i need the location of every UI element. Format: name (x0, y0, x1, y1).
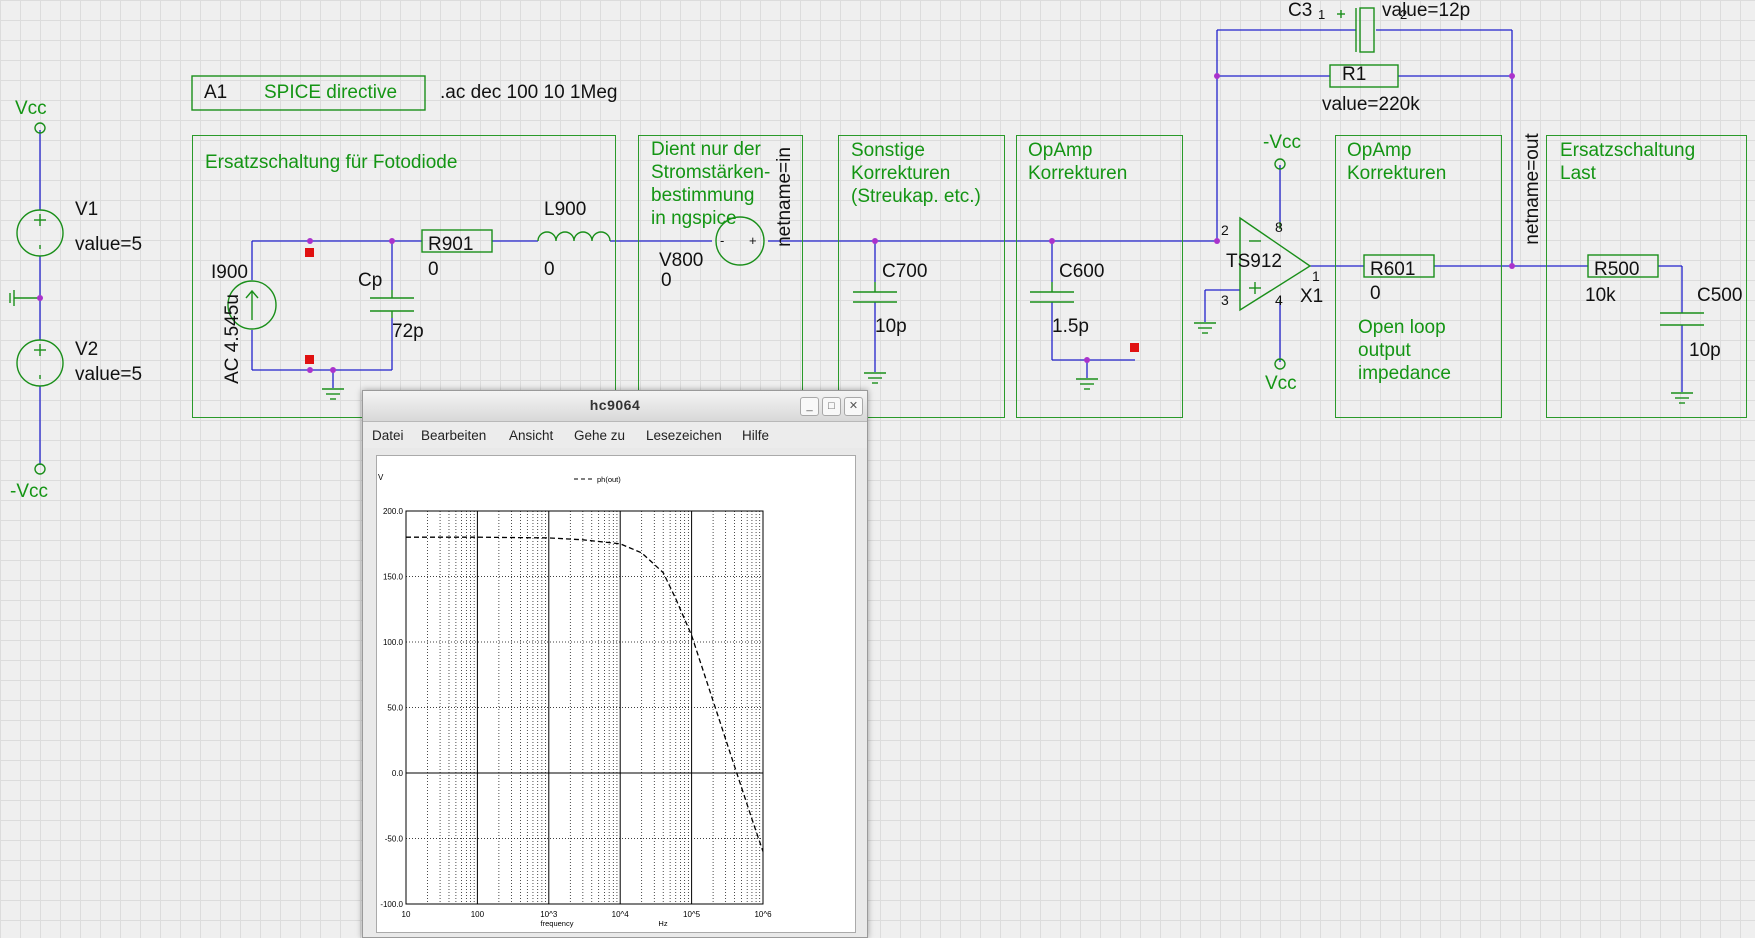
minimize-button[interactable]: _ (800, 397, 819, 416)
v800-name[interactable]: V800 (659, 250, 703, 272)
y-tick-label: 150.0 (383, 573, 404, 582)
c700-name[interactable]: C700 (882, 261, 927, 283)
r601-name[interactable]: R601 (1370, 259, 1415, 281)
plot-area[interactable]: 200.0 150.0 100.0 50.0 0.0 -50.0 -100.0 10 100 10… (376, 455, 856, 933)
v2-value[interactable]: value=5 (75, 364, 142, 386)
series-line (406, 536, 764, 852)
opamp-instance[interactable]: X1 (1300, 286, 1323, 308)
plot-window[interactable]: hc9064 _ □ ✕ Datei Bearbeiten Ansicht Ge… (362, 390, 868, 938)
menu-gehe-zu[interactable]: Gehe zu (574, 428, 625, 443)
menu-hilfe[interactable]: Hilfe (742, 428, 769, 443)
y-axis-label: V (378, 473, 384, 482)
c600-name[interactable]: C600 (1059, 261, 1104, 283)
misc-box-title-2: Korrekturen (851, 163, 951, 184)
current-box-title-1: Dient nur der (651, 139, 761, 160)
vcc-bottom-label: -Vcc (10, 481, 48, 502)
pin3: 3 (1221, 292, 1229, 308)
photodiode-box-title: Ersatzschaltung für Fotodiode (205, 152, 458, 173)
directive-text[interactable]: .ac dec 100 10 1Meg (440, 82, 617, 104)
y-tick-label: 0.0 (392, 769, 404, 778)
opamp-box2-title-1: OpAmp (1347, 140, 1412, 161)
x-axis-label: frequency (541, 919, 574, 928)
r500-name[interactable]: R500 (1594, 259, 1639, 281)
misc-box-title-1: Sonstige (851, 140, 925, 161)
y-tick-label: -50.0 (385, 835, 404, 844)
r500-value[interactable]: 10k (1585, 285, 1616, 307)
maximize-button[interactable]: □ (822, 397, 841, 416)
r901-name[interactable]: R901 (428, 234, 473, 256)
pin8: 8 (1275, 219, 1283, 235)
load-box-title-2: Last (1560, 163, 1596, 184)
opamp-box1-title-1: OpAmp (1028, 140, 1093, 161)
v2-name[interactable]: V2 (75, 339, 98, 361)
c3-pin1: 1 (1318, 7, 1326, 22)
v1-name[interactable]: V1 (75, 199, 98, 221)
opamp-neg-supply: -Vcc (1263, 132, 1301, 153)
misc-box-title-3: (Streukap. etc.) (851, 186, 981, 207)
r1-value[interactable]: value=220k (1322, 94, 1420, 116)
netname-out[interactable]: netname=out (1522, 124, 1544, 254)
cp-value[interactable]: 72p (392, 321, 424, 343)
v800-minus: - (720, 233, 725, 248)
l900-name[interactable]: L900 (544, 199, 586, 221)
v800-plus: + (749, 233, 757, 248)
c3-name[interactable]: C3 (1288, 0, 1312, 22)
v800-value[interactable]: 0 (661, 270, 672, 292)
menu-bar: Datei Bearbeiten Ansicht Gehe zu Lesezei… (363, 422, 867, 448)
y-tick-label: 50.0 (387, 704, 403, 713)
vcc-top-label: Vcc (15, 98, 47, 119)
x-tick-label: 10^5 (683, 910, 701, 919)
directive-type[interactable]: SPICE directive (264, 82, 397, 104)
x-tick-label: 10^3 (540, 910, 558, 919)
opamp-pos-supply: Vcc (1265, 373, 1297, 394)
current-box-title-2: Stromstärken- (651, 162, 771, 183)
directive-name[interactable]: A1 (204, 82, 227, 104)
c3-value[interactable]: value=12p (1382, 0, 1470, 22)
pin2: 2 (1221, 222, 1229, 238)
current-box-title-3: bestimmung (651, 185, 755, 206)
x-tick-label: 10^4 (612, 910, 630, 919)
opamp-box2-title-2: Korrekturen (1347, 163, 1447, 184)
phase-chart: 200.0 150.0 100.0 50.0 0.0 -50.0 -100.010 100 10… (378, 473, 772, 928)
x-tick-label: 10 (402, 910, 411, 919)
r901-value[interactable]: 0 (428, 259, 439, 281)
x-tick-label: 100 (471, 910, 485, 919)
c700-value[interactable]: 10p (875, 316, 907, 338)
cp-name[interactable]: Cp (358, 270, 382, 292)
legend-label: ph(out) (597, 475, 621, 484)
y-tick-label: 100.0 (383, 638, 404, 647)
y-tick-label: 200.0 (383, 507, 404, 516)
load-box-title-1: Ersatzschaltung (1560, 140, 1696, 161)
open-loop-note-3: impedance (1358, 363, 1451, 384)
c500-name[interactable]: C500 (1697, 285, 1742, 307)
v1-value[interactable]: value=5 (75, 234, 142, 256)
c500-value[interactable]: 10p (1689, 340, 1721, 362)
x-tick-label: 10^6 (754, 910, 772, 919)
menu-ansicht[interactable]: Ansicht (509, 428, 553, 443)
opamp-name[interactable]: TS912 (1226, 251, 1282, 273)
netname-in[interactable]: netname=in (774, 137, 796, 257)
c600-value[interactable]: 1.5p (1052, 316, 1089, 338)
menu-lesezeichen[interactable]: Lesezeichen (646, 428, 722, 443)
x-axis-unit: Hz (658, 919, 667, 928)
close-button[interactable]: ✕ (844, 397, 863, 416)
current-box-title-4: in ngspice (651, 208, 737, 229)
window-titlebar[interactable]: hc9064 _ □ ✕ (363, 391, 867, 422)
open-loop-note-1: Open loop (1358, 317, 1446, 338)
pin1: 1 (1312, 268, 1320, 284)
menu-datei[interactable]: Datei (372, 428, 404, 443)
y-tick-label: -100.0 (380, 900, 403, 909)
r1-name[interactable]: R1 (1342, 64, 1366, 86)
i900-value[interactable]: AC 4.545u (222, 289, 244, 389)
i900-name[interactable]: I900 (211, 262, 248, 284)
open-loop-note-2: output (1358, 340, 1411, 361)
l900-value[interactable]: 0 (544, 259, 555, 281)
window-title: hc9064 (589, 397, 641, 413)
r601-value[interactable]: 0 (1370, 283, 1381, 305)
menu-bearbeiten[interactable]: Bearbeiten (421, 428, 486, 443)
opamp-box1-title-2: Korrekturen (1028, 163, 1128, 184)
pin4: 4 (1275, 292, 1283, 308)
